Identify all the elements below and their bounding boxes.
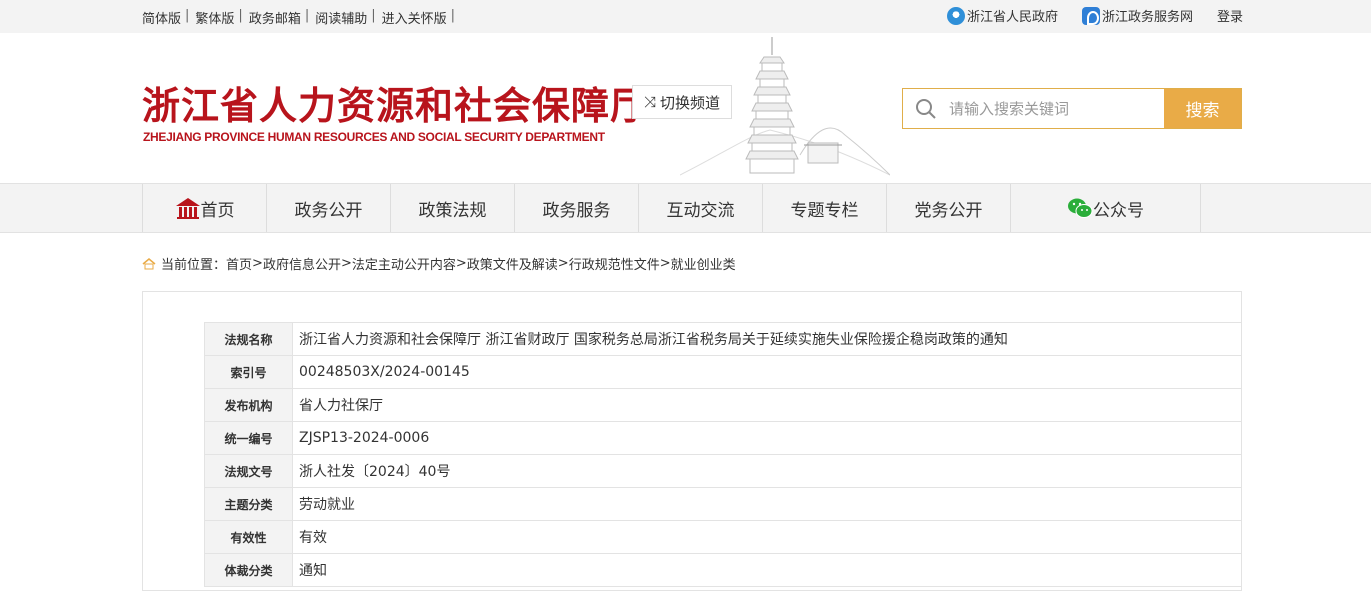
- meta-key: 法规名称: [204, 322, 293, 356]
- meta-value: 00248503X/2024-00145: [292, 355, 1242, 389]
- table-row: 发布机构 省人力社保厅: [204, 388, 1242, 422]
- nav-home[interactable]: 首页: [143, 184, 267, 232]
- table-row: 索引号 00248503X/2024-00145: [204, 355, 1242, 389]
- nav-interaction[interactable]: 互动交流: [639, 184, 763, 232]
- zhejiang-gov-label: 浙江省人民政府: [966, 10, 1058, 25]
- meta-key: 统一编号: [204, 421, 293, 455]
- nav-services[interactable]: 政务服务: [515, 184, 639, 232]
- meta-value: 浙人社发〔2024〕40号: [292, 454, 1242, 488]
- main-nav: 首页 政务公开 政策法规 政务服务 互动交流 专题专栏 党务公开 公众号: [0, 183, 1371, 233]
- meta-key: 有效性: [204, 520, 293, 554]
- separator: |: [304, 8, 310, 23]
- zhejiang-gov-link[interactable]: 浙江省人民政府: [946, 6, 1058, 25]
- gov-service-link[interactable]: 浙江政务服务网: [1081, 6, 1193, 25]
- login-link[interactable]: 登录: [1217, 6, 1243, 25]
- shuffle-icon: ⤨: [643, 93, 656, 111]
- table-row: 统一编号 ZJSP13-2024-0006: [204, 421, 1242, 455]
- breadcrumb-item[interactable]: 政府信息公开: [263, 254, 341, 273]
- breadcrumb-prefix: 当前位置：: [161, 258, 227, 273]
- separator: |: [450, 8, 456, 23]
- table-row: 体裁分类 通知: [204, 553, 1242, 587]
- wechat-icon: [1068, 198, 1093, 218]
- reading-aid-link[interactable]: 阅读辅助: [315, 8, 367, 27]
- separator: |: [238, 8, 243, 23]
- meta-value: ZJSP13-2024-0006: [292, 421, 1242, 455]
- simplified-link[interactable]: 简体版: [142, 8, 181, 27]
- breadcrumb-separator: >: [252, 256, 263, 271]
- nav-gov-affairs[interactable]: 政务公开: [267, 184, 391, 232]
- breadcrumb-separator: >: [340, 256, 352, 271]
- nav-wechat[interactable]: 公众号: [1011, 184, 1201, 232]
- meta-value: 有效: [292, 520, 1242, 554]
- meta-value: 通知: [292, 553, 1242, 587]
- gov-mail-link[interactable]: 政务邮箱: [249, 8, 301, 27]
- separator: |: [371, 8, 376, 23]
- site-title[interactable]: 浙江省人力资源和社会保障厅: [142, 75, 649, 130]
- search-input[interactable]: [949, 89, 1164, 128]
- gov-service-icon: [1081, 6, 1100, 25]
- meta-value: 浙江省人力资源和社会保障厅 浙江省财政厅 国家税务总局浙江省税务局关于延续实施失…: [292, 322, 1242, 356]
- table-row: 法规文号 浙人社发〔2024〕40号: [204, 454, 1242, 488]
- document-metadata-table: 法规名称 浙江省人力资源和社会保障厅 浙江省财政厅 国家税务总局浙江省税务局关于延…: [204, 322, 1242, 587]
- switch-channel-button[interactable]: ⤨ 切换频道: [632, 85, 732, 119]
- meta-key: 主题分类: [204, 487, 293, 521]
- nav-policy[interactable]: 政策法规: [391, 184, 515, 232]
- nav-home-label: 首页: [200, 200, 235, 221]
- meta-key: 索引号: [204, 355, 293, 389]
- nav-topics[interactable]: 专题专栏: [763, 184, 887, 232]
- table-row: 主题分类 劳动就业: [204, 487, 1242, 521]
- top-bar: 简体版 | 繁体版 | 政务邮箱 | 阅读辅助 | 进入关怀版 | 浙江省人民政府 浙江政…: [0, 0, 1371, 33]
- nav-wechat-label: 公众号: [1093, 200, 1144, 221]
- search-box: 搜索: [902, 88, 1242, 129]
- site-title-en: ZHEJIANG PROVINCE HUMAN RESOURCES AND SO…: [143, 130, 605, 144]
- breadcrumb-separator: >: [659, 256, 671, 271]
- care-version-link[interactable]: 进入关怀版: [382, 8, 447, 27]
- nav-party-affairs[interactable]: 党务公开: [887, 184, 1011, 232]
- breadcrumb-item[interactable]: 就业创业类: [671, 254, 736, 273]
- meta-value: 省人力社保厅: [292, 388, 1242, 422]
- top-right-links: 浙江省人民政府 浙江政务服务网 登录: [923, 6, 1243, 25]
- breadcrumb-item[interactable]: 行政规范性文件: [569, 254, 660, 273]
- search-button[interactable]: 搜索: [1164, 89, 1241, 128]
- top-links: 简体版 | 繁体版 | 政务邮箱 | 阅读辅助 | 进入关怀版 |: [142, 8, 461, 27]
- document-card: 法规名称 浙江省人力资源和社会保障厅 浙江省财政厅 国家税务总局浙江省税务局关于延…: [142, 291, 1242, 591]
- breadcrumb-item[interactable]: 法定主动公开内容: [352, 254, 456, 273]
- meta-key: 发布机构: [204, 388, 293, 422]
- home-icon: [175, 198, 200, 219]
- home-small-icon: [142, 257, 156, 269]
- meta-key: 体裁分类: [204, 553, 293, 587]
- search-icon: [903, 89, 949, 128]
- gov-service-label: 浙江政务服务网: [1101, 10, 1193, 25]
- table-row: 法规名称 浙江省人力资源和社会保障厅 浙江省财政厅 国家税务总局浙江省税务局关于延…: [204, 322, 1242, 356]
- breadcrumb-separator: >: [557, 256, 569, 271]
- switch-channel-label: 切换频道: [660, 93, 721, 112]
- breadcrumb-separator: >: [455, 256, 467, 271]
- meta-key: 法规文号: [204, 454, 293, 488]
- header: 浙江省人力资源和社会保障厅 ZHEJIANG PROVINCE HUMAN RE…: [0, 33, 1371, 183]
- breadcrumb-item[interactable]: 政策文件及解读: [467, 254, 558, 273]
- meta-value: 劳动就业: [292, 487, 1242, 521]
- zhejiang-gov-icon: [946, 6, 965, 25]
- breadcrumb-item[interactable]: 首页: [226, 254, 252, 273]
- traditional-link[interactable]: 繁体版: [195, 8, 234, 27]
- separator: |: [185, 8, 190, 23]
- breadcrumb: 当前位置： 首页 > 政府信息公开 > 法定主动公开内容 > 政策文件及解读 > 行政规…: [142, 254, 736, 273]
- table-row: 有效性 有效: [204, 520, 1242, 554]
